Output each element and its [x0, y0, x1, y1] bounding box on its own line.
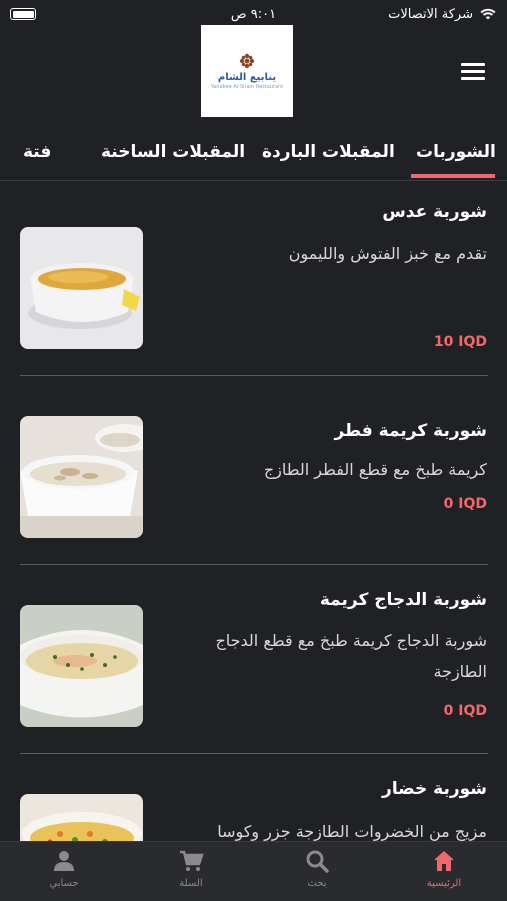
- menu-item[interactable]: شوربة كريمة فطر كريمة طبخ مع قطع الفطر ا…: [0, 376, 507, 565]
- status-bar: ٩:٠١ ص شركة الاتصالات: [0, 0, 507, 28]
- item-description: تقدم مع خبز الفتوش والليمون: [288, 244, 487, 263]
- status-right: شركة الاتصالات: [388, 7, 497, 22]
- restaurant-logo: ينابيع الشام Yanabee Al-Sham Restaurant: [201, 25, 293, 117]
- logo-name: ينابيع الشام: [217, 71, 277, 83]
- status-time: ٩:٠١ ص: [230, 6, 277, 22]
- item-title: شوربة الدجاج كريمة: [319, 590, 487, 610]
- search-icon: [306, 850, 329, 873]
- hamburger-menu-icon[interactable]: [461, 63, 485, 81]
- item-image: [20, 794, 143, 841]
- item-image: [20, 605, 143, 727]
- item-price: 0 IQD: [443, 703, 487, 719]
- active-tab-indicator: [411, 174, 495, 178]
- logo-star-icon: [239, 53, 255, 68]
- cart-icon: [180, 850, 204, 871]
- carrier-name: شركة الاتصالات: [388, 6, 473, 22]
- tab-fatteh[interactable]: فتة: [23, 142, 51, 162]
- item-title: شوربة كريمة فطر: [334, 421, 487, 441]
- logo-subtitle: Yanabee Al-Sham Restaurant: [210, 83, 284, 90]
- nav-label: السلة: [179, 878, 203, 889]
- item-description: شوربة الدجاج كريمة طبخ مع قطع الدجاج الط…: [215, 631, 487, 681]
- nav-label: الرئيسية: [426, 878, 462, 889]
- nav-account[interactable]: حسابي: [24, 848, 104, 889]
- nav-label: حسابي: [49, 878, 79, 889]
- bottom-navigation: الرئيسية بحث السلة حسابي: [0, 841, 507, 901]
- tab-cold-appetizers[interactable]: المقبلات الباردة: [262, 142, 395, 162]
- menu-item[interactable]: شوربة عدس تقدم مع خبز الفتوش والليمون 10…: [0, 180, 507, 376]
- item-image: [20, 227, 143, 349]
- item-price: 10 IQD: [433, 334, 487, 350]
- item-description: مزيج من الخضروات الطازجة جزر وكوسا: [217, 822, 487, 841]
- nav-home[interactable]: الرئيسية: [404, 848, 484, 889]
- item-description: كريمة طبخ مع قطع الفطر الطازج: [263, 460, 487, 479]
- item-image: [20, 416, 143, 538]
- item-title: شوربة عدس: [382, 202, 487, 222]
- status-left: [10, 8, 36, 20]
- home-icon: [434, 851, 454, 871]
- header: ينابيع الشام Yanabee Al-Sham Restaurant: [0, 25, 507, 128]
- category-tabs: الشوربات المقبلات الباردة المقبلات الساخ…: [0, 128, 507, 181]
- menu-item[interactable]: شوربة الدجاج كريمة شوربة الدجاج كريمة طب…: [0, 565, 507, 754]
- nav-label: بحث: [307, 878, 327, 889]
- tab-hot-appetizers[interactable]: المقبلات الساخنة: [101, 142, 245, 162]
- item-title: شوربة خضار: [382, 779, 487, 799]
- wifi-icon: [480, 8, 496, 20]
- nav-search[interactable]: بحث: [277, 848, 357, 889]
- battery-icon: [10, 8, 36, 20]
- menu-item[interactable]: شوربة خضار مزيج من الخضروات الطازجة جزر …: [0, 754, 507, 841]
- item-price: 0 IQD: [443, 496, 487, 512]
- user-icon: [54, 851, 74, 871]
- nav-cart[interactable]: السلة: [151, 848, 231, 889]
- tab-soups[interactable]: الشوربات: [416, 142, 496, 162]
